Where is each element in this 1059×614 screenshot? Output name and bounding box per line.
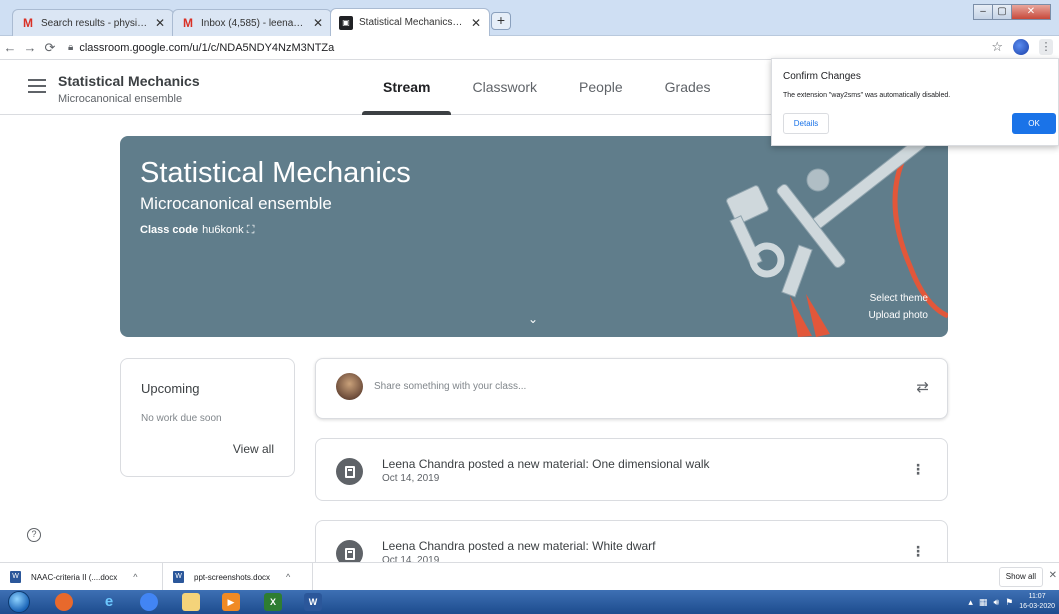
fullscreen-icon[interactable]: ⛶ (247, 224, 255, 236)
post-date: Oct 14, 2019 (382, 473, 440, 484)
window-controls: – ▢ ✕ (973, 4, 1051, 20)
browser-toolbar: ← → ⟳ 🔒︎ classroom.google.com/u/1/c/NDA5… (0, 36, 1059, 60)
select-theme-link[interactable]: Select theme (870, 293, 928, 304)
chevron-up-icon[interactable]: ▴ (968, 597, 973, 608)
upcoming-empty-text: No work due soon (141, 413, 222, 424)
profile-avatar[interactable] (1013, 39, 1029, 55)
reload-icon[interactable]: ⟳ (40, 40, 60, 56)
course-title[interactable]: Statistical Mechanics (58, 73, 200, 89)
address-bar[interactable]: 🔒︎ classroom.google.com/u/1/c/NDA5NDY4Nz… (68, 42, 334, 54)
upload-photo-link[interactable]: Upload photo (869, 310, 929, 321)
new-tab-button[interactable]: + (491, 12, 511, 30)
download-filename: NAAC-criteria II (....docx (31, 572, 118, 582)
gmail-icon: M (23, 16, 33, 30)
more-options-icon[interactable]: ⋮ (911, 461, 925, 478)
upcoming-title: Upcoming (141, 381, 200, 396)
material-icon (336, 458, 363, 485)
excel-icon[interactable]: X (264, 593, 282, 611)
class-code-label: Class code (140, 224, 199, 236)
forward-arrow-icon[interactable]: → (20, 40, 40, 55)
url-text: classroom.google.com/u/1/c/NDA5NDY4NzM3N… (79, 41, 335, 54)
close-icon[interactable]: ✕ (313, 16, 323, 30)
tab-stream[interactable]: Stream (362, 60, 452, 115)
start-button[interactable] (8, 591, 30, 613)
file-explorer-icon[interactable] (182, 593, 200, 611)
tab-people[interactable]: People (558, 60, 644, 115)
browser-tab[interactable]: M Inbox (4,585) - leenamanuelravi ✕ (172, 9, 332, 36)
clock-time: 11:07 (1028, 593, 1046, 600)
close-icon[interactable]: ✕ (471, 16, 481, 30)
browser-tab-strip: M Search results - physicsfatimacol ✕ M … (0, 0, 1059, 36)
maximize-button[interactable]: ▢ (992, 4, 1012, 20)
tools-illustration (726, 136, 948, 337)
main-menu-icon[interactable] (28, 79, 46, 93)
word-icon[interactable]: W (304, 593, 322, 611)
tab-title: Search results - physicsfatimacol (41, 17, 149, 29)
banner-subtitle: Microcanonical ensemble (140, 194, 332, 213)
share-input[interactable]: Share something with your class... (374, 381, 526, 392)
course-subtitle: Microcanonical ensemble (58, 93, 183, 105)
word-doc-icon: W (10, 571, 21, 583)
tab-title: Statistical Mechanics Microcanon (359, 17, 465, 28)
share-box[interactable]: Share something with your class... ⇄ (315, 358, 948, 419)
chevron-up-icon[interactable]: ^ (133, 572, 137, 582)
media-player-icon[interactable]: ▶ (222, 593, 240, 611)
clock-date: 16-03-2020 (1019, 603, 1055, 610)
window-close-button[interactable]: ✕ (1011, 4, 1051, 20)
view-all-link[interactable]: View all (233, 442, 274, 456)
internet-explorer-icon[interactable]: e (100, 593, 118, 611)
browser-tab-active[interactable]: ▣ Statistical Mechanics Microcanon ✕ (330, 8, 490, 36)
firefox-icon[interactable] (55, 593, 73, 611)
chevron-up-icon[interactable]: ^ (286, 572, 290, 582)
gmail-icon: M (183, 16, 193, 30)
browser-tab[interactable]: M Search results - physicsfatimacol ✕ (12, 9, 174, 36)
dialog-message: The extension "way2sms" was automaticall… (783, 92, 951, 99)
chrome-icon[interactable] (140, 593, 158, 611)
network-icon[interactable]: ▦ (979, 597, 988, 608)
flag-icon[interactable]: ⚑ (1005, 597, 1013, 608)
post-title[interactable]: Leena Chandra posted a new material: One… (382, 457, 710, 471)
downloads-bar: W NAAC-criteria II (....docx ^ W ppt-scr… (0, 562, 1059, 591)
chevron-down-icon[interactable]: ⌄ (528, 312, 538, 326)
tab-grades[interactable]: Grades (644, 60, 732, 115)
course-nav-tabs: Stream Classwork People Grades (362, 60, 732, 115)
show-all-button[interactable]: Show all (998, 567, 1043, 587)
banner-title: Statistical Mechanics (140, 157, 411, 189)
ok-button[interactable]: OK (1012, 113, 1056, 134)
post-title[interactable]: Leena Chandra posted a new material: Whi… (382, 539, 656, 553)
clock[interactable]: 11:07 16-03-2020 (1019, 592, 1055, 612)
stream-post[interactable]: Leena Chandra posted a new material: One… (315, 438, 948, 501)
tab-title: Inbox (4,585) - leenamanuelravi (201, 17, 307, 29)
confirm-changes-dialog: Confirm Changes The extension "way2sms" … (771, 58, 1059, 146)
download-item[interactable]: W NAAC-criteria II (....docx ^ (0, 563, 163, 591)
download-item[interactable]: W ppt-screenshots.docx ^ (163, 563, 313, 591)
class-code: Class code hu6konk ⛶ (140, 224, 254, 237)
more-options-icon[interactable]: ⋮ (911, 543, 925, 560)
classroom-icon: ▣ (339, 15, 353, 30)
system-tray: ▴ ▦ 🔊︎ ⚑ 11:07 16-03-2020 (968, 592, 1055, 612)
bookmark-star-icon[interactable]: ☆ (991, 39, 1003, 55)
back-arrow-icon[interactable]: ← (0, 40, 20, 55)
repost-icon[interactable]: ⇄ (916, 378, 929, 396)
details-button[interactable]: Details (783, 113, 829, 134)
close-icon[interactable]: ✕ (155, 16, 165, 30)
help-icon[interactable]: ? (27, 528, 41, 542)
lock-icon: 🔒︎ (68, 42, 74, 53)
volume-icon[interactable]: 🔊︎ (993, 597, 999, 608)
tab-classwork[interactable]: Classwork (451, 60, 558, 115)
close-icon[interactable]: ✕ (1049, 570, 1057, 581)
class-code-value: hu6konk (202, 224, 244, 236)
windows-taskbar: e ▶ X W ▴ ▦ 🔊︎ ⚑ 11:07 16-03-2020 (0, 590, 1059, 614)
avatar (336, 373, 363, 400)
dialog-title: Confirm Changes (783, 71, 861, 82)
browser-menu-icon[interactable]: ⋮ (1039, 39, 1053, 55)
course-banner: Statistical Mechanics Microcanonical ens… (120, 136, 948, 337)
minimize-button[interactable]: – (973, 4, 993, 20)
upcoming-card: Upcoming No work due soon View all (120, 358, 295, 477)
word-doc-icon: W (173, 571, 184, 583)
download-filename: ppt-screenshots.docx (194, 572, 271, 582)
